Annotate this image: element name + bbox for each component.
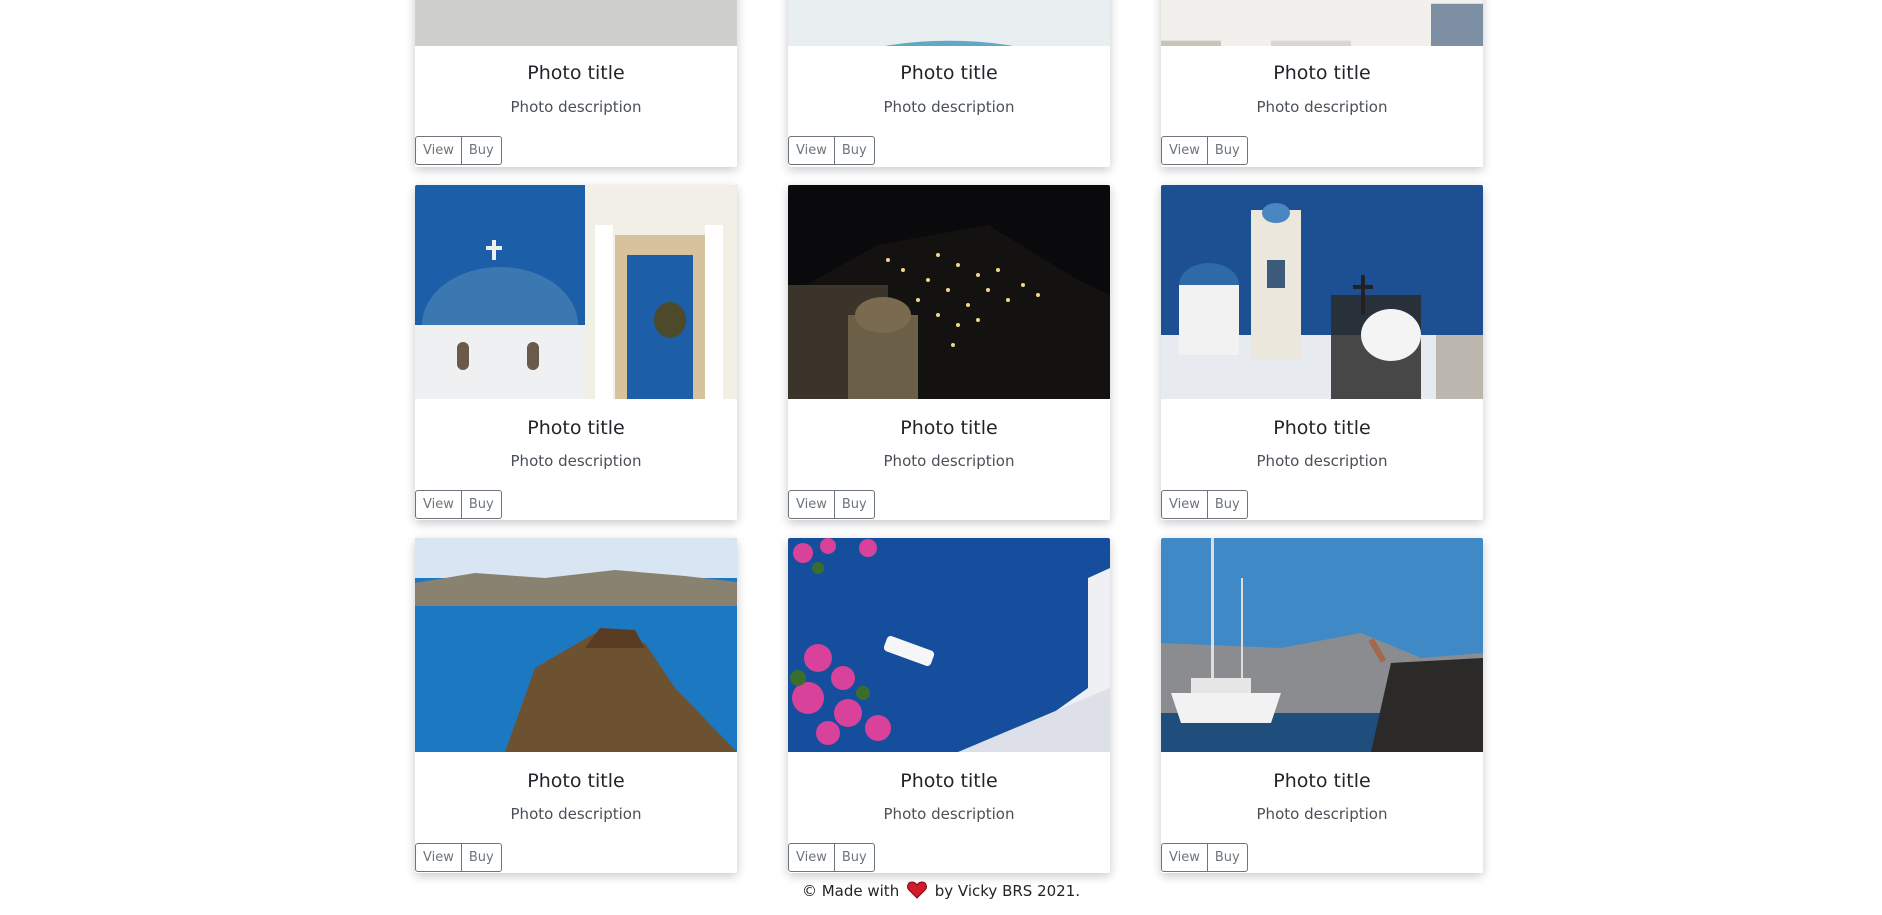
card-actions: View Buy <box>415 490 502 519</box>
photo-image[interactable] <box>1161 538 1483 752</box>
photo-title: Photo title <box>1273 417 1371 439</box>
photo-card: Photo title Photo description View Buy <box>1161 538 1483 873</box>
photo-card: Photo title Photo description View Buy <box>1161 185 1483 520</box>
photo-card: Photo title Photo description View Buy <box>415 538 737 873</box>
card-actions: View Buy <box>415 843 502 872</box>
buy-button[interactable]: Buy <box>833 490 875 519</box>
view-button[interactable]: View <box>1161 490 1208 519</box>
card-actions: View Buy <box>1161 490 1248 519</box>
photo-title: Photo title <box>900 62 998 84</box>
photo-image[interactable] <box>788 0 1110 46</box>
view-button[interactable]: View <box>788 490 835 519</box>
buy-button[interactable]: Buy <box>833 843 875 872</box>
buy-button[interactable]: Buy <box>460 843 502 872</box>
footer: © Made with by Vicky BRS 2021. <box>0 881 1882 903</box>
photo-card: Photo title Photo description View Buy <box>788 0 1110 167</box>
heart-icon <box>907 881 927 903</box>
view-button[interactable]: View <box>415 843 462 872</box>
photo-card: Photo title Photo description View Buy <box>415 185 737 520</box>
card-actions: View Buy <box>1161 843 1248 872</box>
photo-description: Photo description <box>1256 98 1388 116</box>
photo-image[interactable] <box>415 538 737 752</box>
view-button[interactable]: View <box>788 843 835 872</box>
buy-button[interactable]: Buy <box>1206 843 1248 872</box>
photo-description: Photo description <box>883 98 1015 116</box>
photo-title: Photo title <box>1273 770 1371 792</box>
card-actions: View Buy <box>788 490 875 519</box>
footer-author: by Vicky BRS 2021. <box>934 882 1081 900</box>
photo-title: Photo title <box>527 417 625 439</box>
photo-card: Photo title Photo description View Buy <box>1161 0 1483 167</box>
photo-title: Photo title <box>1273 62 1371 84</box>
buy-button[interactable]: Buy <box>833 136 875 165</box>
photo-image[interactable] <box>415 0 737 46</box>
photo-description: Photo description <box>510 98 642 116</box>
photo-title: Photo title <box>900 770 998 792</box>
photo-description: Photo description <box>510 805 642 823</box>
view-button[interactable]: View <box>415 136 462 165</box>
view-button[interactable]: View <box>1161 843 1208 872</box>
photo-description: Photo description <box>1256 805 1388 823</box>
photo-image[interactable] <box>415 185 737 399</box>
view-button[interactable]: View <box>1161 136 1208 165</box>
photo-description: Photo description <box>1256 452 1388 470</box>
buy-button[interactable]: Buy <box>1206 490 1248 519</box>
card-actions: View Buy <box>788 843 875 872</box>
photo-title: Photo title <box>527 62 625 84</box>
photo-image[interactable] <box>788 538 1110 752</box>
photo-title: Photo title <box>900 417 998 439</box>
buy-button[interactable]: Buy <box>460 136 502 165</box>
photo-card: Photo title Photo description View Buy <box>788 185 1110 520</box>
photo-description: Photo description <box>510 452 642 470</box>
footer-copyright: © Made with <box>801 882 900 900</box>
photo-image[interactable] <box>1161 185 1483 399</box>
card-actions: View Buy <box>788 136 875 165</box>
photo-image[interactable] <box>1161 0 1483 46</box>
photo-description: Photo description <box>883 452 1015 470</box>
view-button[interactable]: View <box>788 136 835 165</box>
buy-button[interactable]: Buy <box>460 490 502 519</box>
buy-button[interactable]: Buy <box>1206 136 1248 165</box>
photo-card: Photo title Photo description View Buy <box>415 0 737 167</box>
photo-description: Photo description <box>883 805 1015 823</box>
page: Photo title Photo description View Buy P… <box>0 0 1882 915</box>
photo-title: Photo title <box>527 770 625 792</box>
card-actions: View Buy <box>1161 136 1248 165</box>
view-button[interactable]: View <box>415 490 462 519</box>
photo-card: Photo title Photo description View Buy <box>788 538 1110 873</box>
photo-image[interactable] <box>788 185 1110 399</box>
card-actions: View Buy <box>415 136 502 165</box>
photo-grid: Photo title Photo description View Buy P… <box>0 0 1882 915</box>
